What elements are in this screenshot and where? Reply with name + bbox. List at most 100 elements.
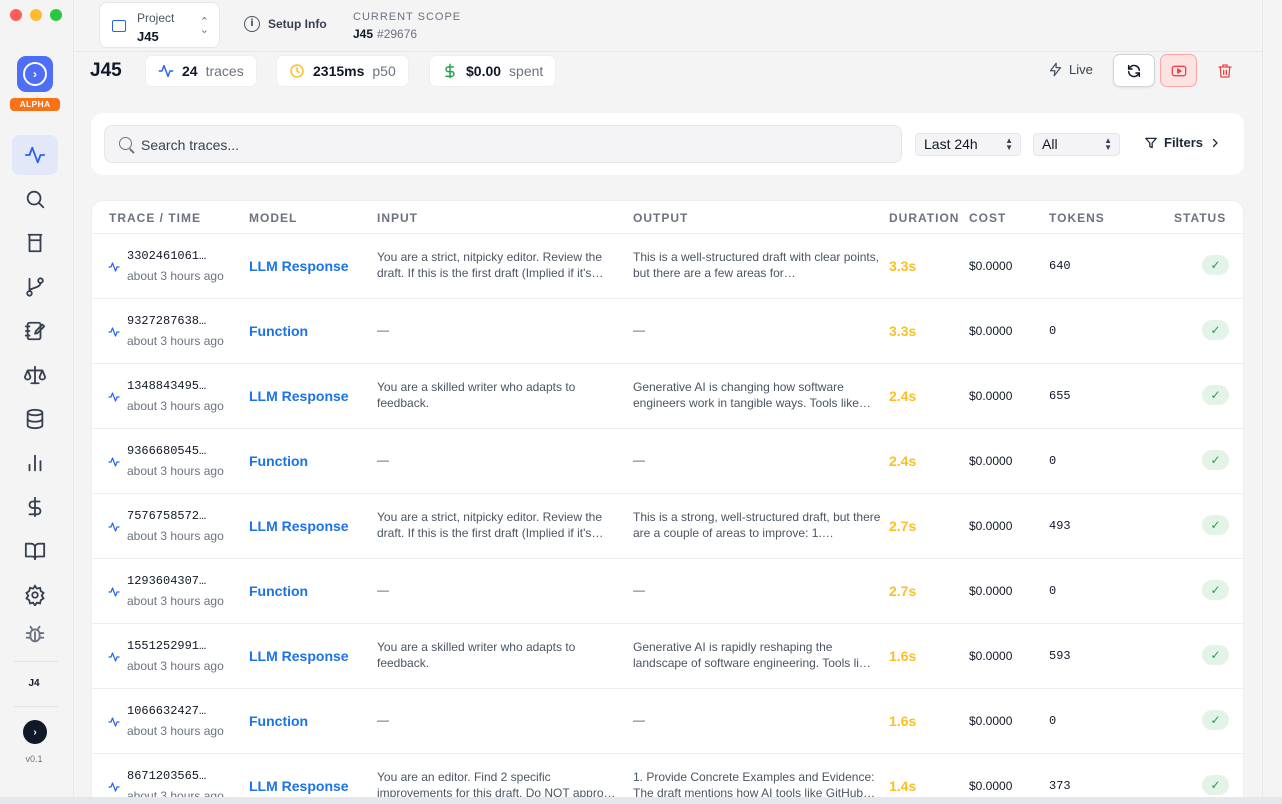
trace-time: about 3 hours ago xyxy=(127,269,224,283)
app-logo-icon[interactable]: › xyxy=(17,56,53,92)
nav-experiments[interactable] xyxy=(12,223,58,263)
sidebar-divider xyxy=(14,706,58,707)
trace-output: This is a well-structured draft with cle… xyxy=(633,250,880,280)
trace-cost: $0.0000 xyxy=(969,454,1013,468)
status-check-icon: ✓ xyxy=(1202,255,1229,275)
trace-output: — xyxy=(633,453,645,467)
video-icon xyxy=(1171,65,1186,76)
latency-value: 2315ms xyxy=(313,63,365,79)
activity-icon xyxy=(108,262,120,272)
setup-info-button[interactable]: i Setup Info xyxy=(244,16,327,32)
chevron-right-icon xyxy=(1212,138,1218,147)
chevron-up-down-icon: ⌃ ⌄ xyxy=(199,16,209,36)
trace-model[interactable]: LLM Response xyxy=(249,648,349,664)
trace-time: about 3 hours ago xyxy=(127,334,224,348)
trace-input: You are a skilled writer who adapts to f… xyxy=(377,640,576,670)
nav-analytics[interactable] xyxy=(12,443,58,483)
column-header[interactable]: DURATION xyxy=(889,211,959,225)
nav-search[interactable] xyxy=(12,179,58,219)
lightning-icon xyxy=(1049,62,1062,77)
activity-icon xyxy=(108,327,120,337)
table-row[interactable]: 7576758572… about 3 hours ago LLM Response… xyxy=(92,494,1243,559)
nav-branches[interactable] xyxy=(12,267,58,307)
filters-label: Filters xyxy=(1164,135,1204,150)
table-row[interactable]: 1348843495… about 3 hours ago LLM Response… xyxy=(92,364,1243,429)
zoom-window-button[interactable] xyxy=(50,9,62,21)
trace-output: — xyxy=(633,713,645,727)
column-header[interactable]: OUTPUT xyxy=(633,211,688,225)
trace-model[interactable]: Function xyxy=(249,583,308,599)
column-header[interactable]: TOKENS xyxy=(1049,211,1105,225)
table-row[interactable]: 9366680545… about 3 hours ago Function — — 2.… xyxy=(92,429,1243,494)
search-box[interactable] xyxy=(104,125,902,163)
nav-datasets[interactable] xyxy=(12,399,58,439)
table-row[interactable]: 9327287638… about 3 hours ago Function — — 3.… xyxy=(92,299,1243,364)
git-branch-icon xyxy=(26,277,44,297)
project-name: J45 xyxy=(137,29,159,44)
trace-output: Generative AI is rapidly reshaping the l… xyxy=(633,640,871,670)
trace-model[interactable]: LLM Response xyxy=(249,258,349,274)
activity-icon xyxy=(108,587,120,597)
gear-icon xyxy=(25,584,45,606)
trace-model[interactable]: LLM Response xyxy=(249,518,349,534)
status-check-icon: ✓ xyxy=(1202,320,1229,340)
column-header[interactable]: COST xyxy=(969,211,1006,225)
nav-debug[interactable] xyxy=(12,614,58,654)
minimize-window-button[interactable] xyxy=(30,9,42,21)
column-header[interactable]: INPUT xyxy=(377,211,418,225)
activity-icon xyxy=(108,782,120,792)
trace-model[interactable]: Function xyxy=(249,323,308,339)
trace-duration: 1.4s xyxy=(889,778,917,794)
filter-icon xyxy=(1145,137,1157,148)
table-row[interactable]: 1551252991… about 3 hours ago LLM Response… xyxy=(92,624,1243,689)
latency-label: p50 xyxy=(372,63,396,79)
nav-docs[interactable] xyxy=(12,531,58,571)
table-row[interactable]: 1066632427… about 3 hours ago Function — — 1.… xyxy=(92,689,1243,754)
traces-count-pill: 24 traces xyxy=(145,55,257,87)
table-row[interactable]: 3302461061… about 3 hours ago LLM Response… xyxy=(92,234,1243,299)
type-filter-select[interactable]: All ▲ ▼ xyxy=(1033,133,1120,156)
trace-input: — xyxy=(377,323,389,337)
workspace-switcher[interactable]: J4 xyxy=(0,678,68,689)
table-row[interactable]: 1293604307… about 3 hours ago Function — — 2.… xyxy=(92,559,1243,624)
trace-cost: $0.0000 xyxy=(969,649,1013,663)
scope-label: CURRENT SCOPE xyxy=(353,11,462,23)
trace-output: — xyxy=(633,323,645,337)
trace-time: about 3 hours ago xyxy=(127,529,224,543)
activity-icon xyxy=(108,652,120,662)
filters-button[interactable]: Filters xyxy=(1144,135,1221,150)
column-header[interactable]: TRACE / TIME xyxy=(109,211,201,225)
trace-model[interactable]: LLM Response xyxy=(249,388,349,404)
nav-traces[interactable] xyxy=(12,135,58,175)
nav-costs[interactable] xyxy=(12,487,58,527)
project-selector[interactable]: Project J45 ⌃ ⌄ xyxy=(99,2,220,48)
chevron-up-down-icon: ▲ ▼ xyxy=(1104,136,1112,152)
trace-model[interactable]: Function xyxy=(249,713,308,729)
trace-cost: $0.0000 xyxy=(969,519,1013,533)
close-window-button[interactable] xyxy=(10,9,22,21)
live-toggle[interactable]: Live xyxy=(1048,62,1093,77)
status-check-icon: ✓ xyxy=(1202,450,1229,470)
live-label: Live xyxy=(1069,62,1093,77)
refresh-button[interactable] xyxy=(1113,54,1155,87)
trace-model[interactable]: LLM Response xyxy=(249,778,349,794)
nav-prompts[interactable] xyxy=(12,311,58,351)
column-header[interactable]: MODEL xyxy=(249,211,297,225)
nav-settings[interactable] xyxy=(12,575,58,615)
trace-tokens: 493 xyxy=(1049,519,1071,533)
scrollbar[interactable] xyxy=(1262,0,1282,804)
trace-duration: 2.7s xyxy=(889,583,917,599)
delete-button[interactable] xyxy=(1210,54,1240,87)
record-button[interactable] xyxy=(1160,54,1197,87)
version-label: v0.1 xyxy=(25,754,43,764)
page-title: J45 xyxy=(90,60,122,81)
database-icon xyxy=(26,408,44,430)
time-range-select[interactable]: Last 24h ▲ ▼ xyxy=(915,133,1021,156)
trace-model[interactable]: Function xyxy=(249,453,308,469)
trace-input: You are a strict, nitpicky editor. Revie… xyxy=(377,250,604,280)
search-input[interactable] xyxy=(141,134,881,156)
column-header[interactable]: STATUS xyxy=(1174,211,1226,225)
trace-id: 1066632427… xyxy=(127,704,207,718)
status-check-icon: ✓ xyxy=(1202,775,1229,795)
nav-evaluations[interactable] xyxy=(12,355,58,395)
